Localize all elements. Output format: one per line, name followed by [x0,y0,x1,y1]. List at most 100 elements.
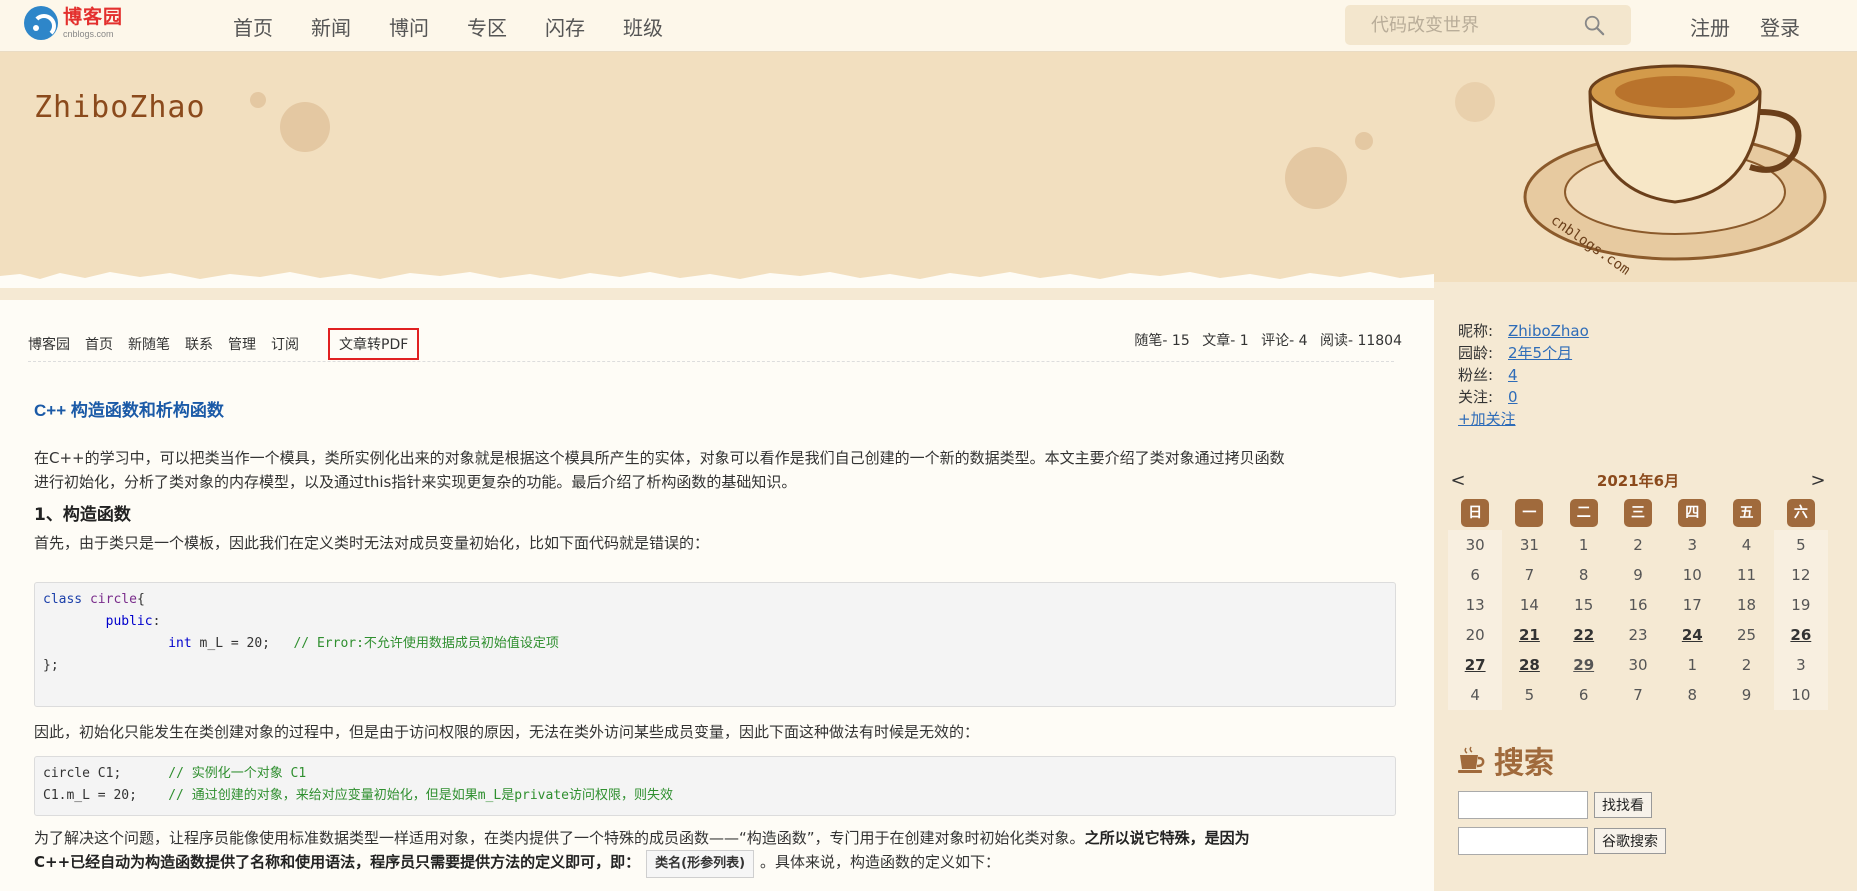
post-intro: 在C++的学习中，可以把类当作一个模具，类所实例化出来的对象就是根据这个模具所产… [34,446,1394,494]
inline-code: 类名(形参列表) [646,850,755,878]
calendar-title: 2021年6月 [1596,471,1680,490]
calendar-day: 1 [1578,536,1589,554]
paragraph: 因此，初始化只能发生在类创建对象的过程中，但是由于访问权限的原因，无法在类外访问… [34,723,980,741]
calendar-day: 2 [1633,536,1643,554]
section-heading: 1、构造函数 [34,505,131,525]
post-title[interactable]: C++ 构造函数和析构函数 [34,396,224,421]
weekday-label: 一 [1515,499,1544,527]
calendar-day: 6 [1448,560,1503,590]
calendar-day: 5 [1524,686,1535,704]
site-search-input[interactable] [1345,5,1585,45]
calendar-day: 10 [1773,680,1828,710]
sidebar: 昵称: ZhiboZhao 园龄: 2年5个月 粉丝: 4 关注: 0 +加关注 < 2… [1434,300,1857,891]
calendar-day: 31 [1519,536,1539,554]
decor-stain [250,92,266,108]
calendar-day: 15 [1574,596,1594,614]
search-icon[interactable] [1583,14,1605,36]
main-nav: 首页 新闻 博问 专区 闪存 班级 [233,12,701,41]
calendar-day: 4 [1448,680,1503,710]
calendar-day: 4 [1741,536,1752,554]
main-content: 博客园 首页 新随笔 联系 管理 订阅 文章转PDF 随笔- 15 文章- 1 … [0,300,1434,891]
weekday-label: 五 [1732,499,1761,527]
nav-zone[interactable]: 专区 [467,12,507,41]
cnblogs-logo[interactable]: 博客园 cnblogs.com [24,6,123,40]
calendar-day: 14 [1519,596,1539,614]
decor-stain [280,102,330,152]
login-link[interactable]: 登录 [1760,12,1800,41]
subnav-admin[interactable]: 管理 [228,334,256,354]
calendar-day-link[interactable]: 24 [1665,620,1719,650]
blog-subnav: 博客园 首页 新随笔 联系 管理 订阅 文章转PDF [28,328,434,360]
subnav-home[interactable]: 首页 [85,334,113,354]
subnav-cnblogs[interactable]: 博客园 [28,334,70,354]
blog-title[interactable]: ZhiboZhao [34,90,206,125]
calendar-day: 17 [1682,596,1702,614]
code-block[interactable]: class circle{ public: int m_L = 20; // E… [34,582,1396,707]
calendar-day: 19 [1773,590,1828,620]
stat-articles: 文章- 1 [1202,333,1249,349]
calendar-day: 30 [1448,530,1503,560]
nav-home[interactable]: 首页 [233,12,273,41]
profile-age[interactable]: 2年5个月 [1508,342,1572,364]
register-link[interactable]: 注册 [1690,12,1730,41]
calendar-day: 8 [1687,686,1698,704]
calendar-day: 3 [1687,536,1698,554]
site-search [1345,5,1631,45]
calendar-grid: 日 一 二 三 四 五 六 30 31 1 2 3 4 5 6 7 8 9 10… [1448,496,1828,710]
profile-fans[interactable]: 4 [1508,364,1518,386]
calendar-next-button[interactable]: > [1808,470,1828,491]
weekday-label: 三 [1623,499,1652,527]
profile-label: 园龄: [1458,344,1494,362]
weekday-label: 二 [1569,499,1598,527]
profile-nickname[interactable]: ZhiboZhao [1508,320,1589,342]
calendar-day: 3 [1773,650,1828,680]
calendar-day: 23 [1628,626,1648,644]
subnav-new-post[interactable]: 新随笔 [128,334,170,354]
calendar-day-link[interactable]: 26 [1773,620,1828,650]
calendar-day: 10 [1682,566,1702,584]
calendar-day: 16 [1628,596,1648,614]
calendar-prev-button[interactable]: < [1448,470,1468,491]
top-navbar: 博客园 cnblogs.com 首页 新闻 博问 专区 闪存 班级 注册 登录 [0,0,1857,52]
subnav-subscribe[interactable]: 订阅 [271,334,299,354]
calendar-day: 25 [1737,626,1757,644]
coffee-cup-icon: cnblogs.com [1523,64,1827,278]
cnblogs-logo-icon [24,6,58,40]
calendar: < 2021年6月 > 日 一 二 三 四 五 六 30 31 1 2 3 4 … [1448,468,1828,710]
paragraph-text: 。具体来说，构造函数的定义如下： [760,853,1001,871]
calendar-day: 11 [1737,566,1757,584]
auth-links: 注册 登录 [1690,12,1830,41]
paragraph-text: 为了解决这个问题，让程序员能像使用标准数据类型一样适用对象，在类内提供了一个特殊… [34,829,1085,847]
calendar-day: 30 [1628,656,1648,674]
google-search-input[interactable] [1458,827,1588,855]
nav-questions[interactable]: 博问 [389,12,429,41]
calendar-day-link[interactable]: 22 [1557,620,1611,650]
paragraph: 为了解决这个问题，让程序员能像使用标准数据类型一样适用对象，在类内提供了一个特殊… [34,826,1394,878]
calendar-day-link[interactable]: 28 [1502,650,1556,680]
intro-line: 在C++的学习中，可以把类当作一个模具，类所实例化出来的对象就是根据这个模具所产… [34,449,1285,467]
follow-button[interactable]: +加关注 [1458,410,1516,428]
blog-stats: 随笔- 15 文章- 1 评论- 4 阅读- 11804 [1126,330,1402,350]
weekday-label: 日 [1461,499,1490,527]
weekday-label: 四 [1678,499,1707,527]
calendar-day: 13 [1448,590,1503,620]
calendar-day: 12 [1773,560,1828,590]
sidebar-search-input[interactable] [1458,791,1588,819]
divider [28,361,1394,362]
logo-text: 博客园 [63,5,124,28]
calendar-day-link[interactable]: 21 [1502,620,1556,650]
nav-class[interactable]: 班级 [623,12,663,41]
nav-news[interactable]: 新闻 [311,12,351,41]
calendar-day-link[interactable]: 27 [1448,650,1503,680]
stat-posts: 随笔- 15 [1134,333,1190,349]
subnav-contact[interactable]: 联系 [185,334,213,354]
find-button[interactable]: 找找看 [1594,792,1652,818]
profile-following[interactable]: 0 [1508,386,1518,408]
calendar-day-today[interactable]: 29 [1557,650,1611,680]
article-to-pdf-button[interactable]: 文章转PDF [328,328,420,360]
decor-stain [1455,82,1495,122]
paragraph-bold: 之所以说它特殊，是因为 [1084,829,1250,847]
google-search-button[interactable]: 谷歌搜索 [1594,828,1666,854]
nav-ing[interactable]: 闪存 [545,12,585,41]
code-block[interactable]: circle C1; // 实例化一个对象 C1 C1.m_L = 20; //… [34,756,1396,816]
